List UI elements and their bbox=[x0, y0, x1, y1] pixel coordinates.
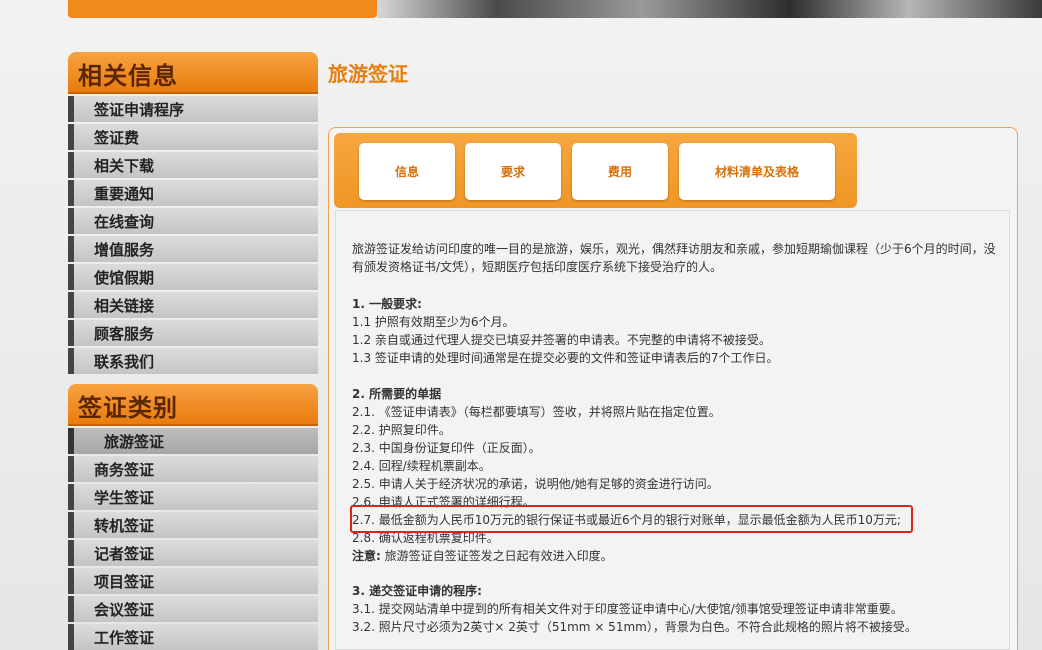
highlight-box bbox=[350, 505, 913, 533]
sidebar-related-title: 相关信息 bbox=[68, 52, 318, 94]
sidebar-item-notices[interactable]: 重要通知 bbox=[68, 180, 318, 206]
sidebar-item-employment-visa[interactable]: 工作签证 bbox=[68, 624, 318, 650]
sidebar-item-conference-visa[interactable]: 会议签证 bbox=[68, 596, 318, 622]
sidebar-related-info: 相关信息 签证申请程序 签证费 相关下载 重要通知 在线查询 增值服务 使馆假期… bbox=[68, 52, 318, 374]
section1-line: 1.1 护照有效期至少为6个月。 bbox=[352, 315, 515, 329]
section3-line: 3.1. 提交网站清单中提到的所有相关文件对于印度签证申请中心/大使馆/领事馆受… bbox=[352, 602, 903, 616]
sidebar-item-application-procedure[interactable]: 签证申请程序 bbox=[68, 96, 318, 122]
sidebar-item-online-query[interactable]: 在线查询 bbox=[68, 208, 318, 234]
sidebar-item-holidays[interactable]: 使馆假期 bbox=[68, 264, 318, 290]
tab-requirements[interactable]: 要求 bbox=[465, 143, 561, 200]
section2-line: 2.1. 《签证申请表》（每栏都要填写）签收，并将照片贴在指定位置。 bbox=[352, 405, 721, 419]
section3-line: 3.2. 照片尺寸必须为2英寸× 2英寸（51mm × 51mm），背景为白色。… bbox=[352, 620, 917, 634]
page: 相关信息 签证申请程序 签证费 相关下载 重要通知 在线查询 增值服务 使馆假期… bbox=[0, 0, 1042, 650]
section2-note: 注意: 旅游签证自签证签发之日起有效进入印度。 bbox=[352, 547, 997, 565]
tab-info[interactable]: 信息 bbox=[359, 143, 455, 200]
sidebar-item-tourist-visa[interactable]: 旅游签证 bbox=[68, 428, 318, 454]
sidebar-item-journalist-visa[interactable]: 记者签证 bbox=[68, 540, 318, 566]
sidebar-item-visa-fee[interactable]: 签证费 bbox=[68, 124, 318, 150]
section2-line: 2.5. 申请人关于经济状况的承诺，说明他/她有足够的资金进行访问。 bbox=[352, 477, 719, 491]
banner-photo bbox=[377, 0, 1042, 18]
sidebar-item-downloads[interactable]: 相关下载 bbox=[68, 152, 318, 178]
section1-line: 1.2 亲自或通过代理人提交已填妥并签署的申请表。不完整的申请将不被接受。 bbox=[352, 333, 771, 347]
sidebar-item-links[interactable]: 相关链接 bbox=[68, 292, 318, 318]
sidebar-item-transit-visa[interactable]: 转机签证 bbox=[68, 512, 318, 538]
section2-line: 2.2. 护照复印件。 bbox=[352, 423, 451, 437]
page-title: 旅游签证 bbox=[328, 62, 408, 86]
sidebar-visa-types: 签证类别 旅游签证 商务签证 学生签证 转机签证 记者签证 项目签证 会议签证 … bbox=[68, 384, 318, 650]
sidebar-item-customer-service[interactable]: 顾客服务 bbox=[68, 320, 318, 346]
section1-heading: 1. 一般要求: bbox=[352, 297, 422, 311]
sidebar-item-contact[interactable]: 联系我们 bbox=[68, 348, 318, 374]
sidebar-types-title: 签证类别 bbox=[68, 384, 318, 426]
section1-line: 1.3 签证申请的处理时间通常是在提交必要的文件和签证申请表后的7个工作日。 bbox=[352, 351, 779, 365]
section2-line: 2.4. 回程/续程机票副本。 bbox=[352, 459, 491, 473]
tab-fees[interactable]: 费用 bbox=[572, 143, 668, 200]
intro-paragraph: 旅游签证发给访问印度的唯一目的是旅游，娱乐，观光，偶然拜访朋友和亲戚，参加短期瑜… bbox=[352, 242, 996, 274]
sidebar-item-value-added[interactable]: 增值服务 bbox=[68, 236, 318, 262]
note-label: 注意: bbox=[352, 549, 381, 563]
section2-heading: 2. 所需要的单据 bbox=[352, 387, 442, 401]
section2-line: 2.3. 中国身份证复印件（正反面）。 bbox=[352, 441, 541, 455]
tab-checklist-forms[interactable]: 材料清单及表格 bbox=[679, 143, 835, 200]
sidebar-item-project-visa[interactable]: 项目签证 bbox=[68, 568, 318, 594]
section3-heading: 3. 递交签证申请的程序: bbox=[352, 584, 482, 598]
note-text: 旅游签证自签证签发之日起有效进入印度。 bbox=[380, 549, 613, 563]
banner-orange-strip bbox=[68, 0, 377, 18]
sidebar-item-business-visa[interactable]: 商务签证 bbox=[68, 456, 318, 482]
sidebar-item-student-visa[interactable]: 学生签证 bbox=[68, 484, 318, 510]
tab-bar: 信息 要求 费用 材料清单及表格 bbox=[334, 133, 857, 208]
